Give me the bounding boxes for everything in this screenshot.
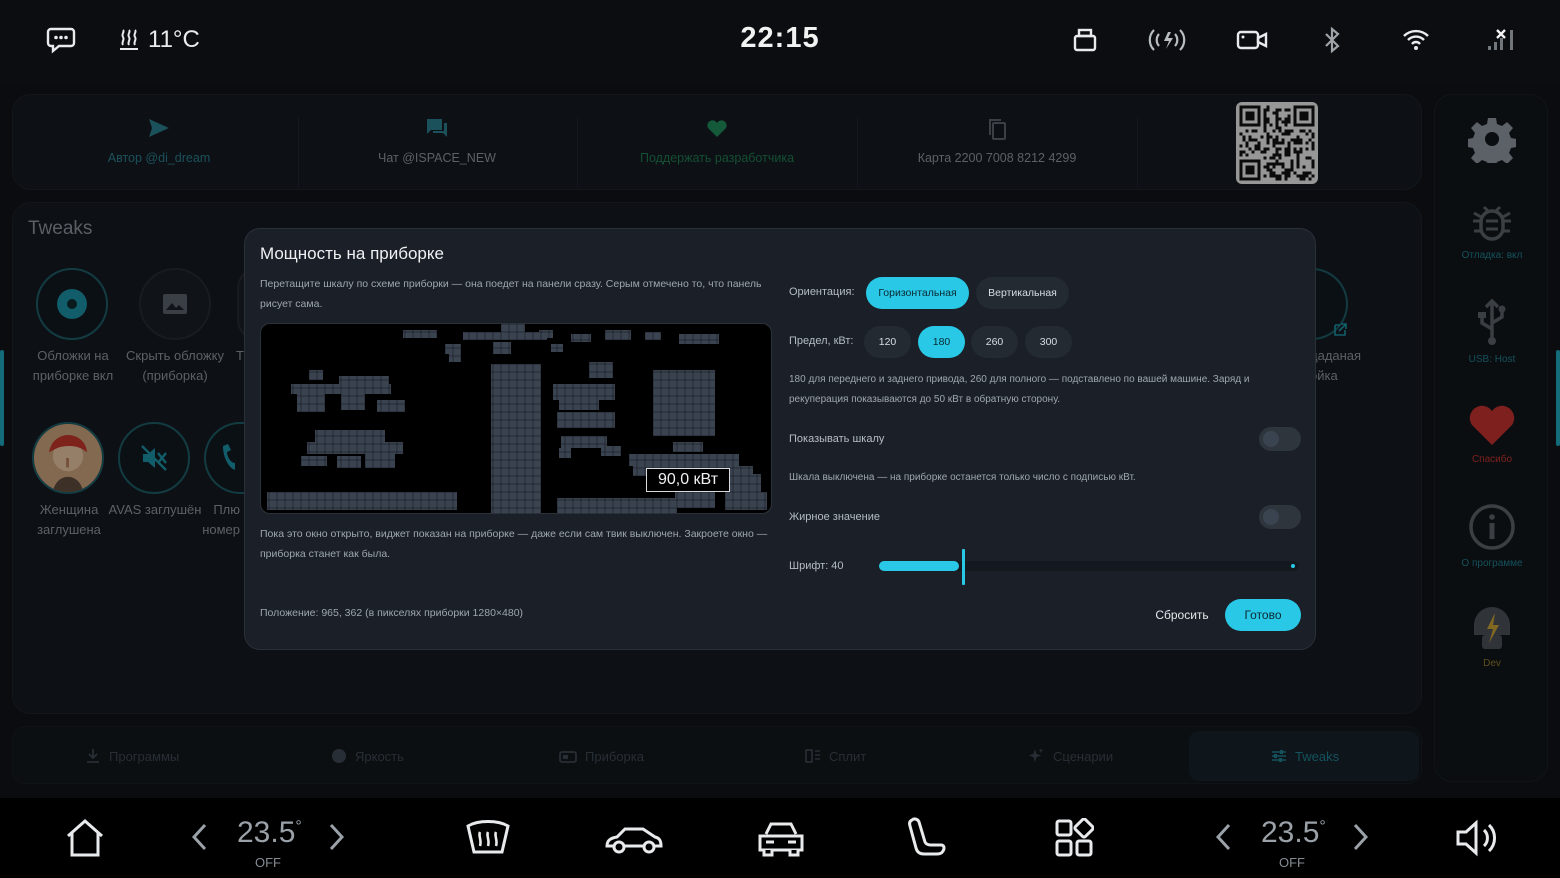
orientation-horizontal-chip[interactable]: Горизонтальная: [866, 277, 969, 309]
right-temp-decrease[interactable]: [1214, 822, 1234, 857]
done-button[interactable]: Готово: [1225, 599, 1301, 631]
limit-chip-300[interactable]: 300: [1025, 326, 1072, 358]
power-value-widget[interactable]: 90,0 кВт: [646, 468, 730, 492]
cellular-signal-icon: [1486, 20, 1516, 60]
font-size-slider-thumb[interactable]: [962, 549, 965, 585]
dialog-note: Пока это окно открыто, виджет показан на…: [260, 528, 768, 560]
car-side-icon: [605, 827, 663, 854]
chevron-left-icon: [1215, 823, 1231, 851]
font-size-label: Шрифт: 40: [789, 560, 844, 572]
rear-defrost-button[interactable]: [464, 820, 512, 861]
left-temperature: 23.5°: [237, 816, 302, 849]
bold-value-label: Жирное значение: [789, 511, 880, 523]
dialog-title: Мощность на приборке: [260, 244, 444, 263]
car-mode-button[interactable]: [604, 822, 664, 861]
right-climate-state: OFF: [1279, 855, 1305, 870]
right-temperature: 23.5°: [1261, 816, 1326, 849]
camera-icon[interactable]: [1236, 20, 1268, 60]
left-temp-increase[interactable]: [326, 822, 346, 857]
bold-value-toggle[interactable]: [1259, 505, 1301, 529]
wifi-icon[interactable]: [1402, 20, 1430, 60]
wireless-charging-icon[interactable]: [1148, 20, 1186, 60]
limit-description: 180 для переднего и заднего привода, 260…: [789, 374, 1250, 405]
chevron-right-icon: [1353, 823, 1369, 851]
right-temp-increase[interactable]: [1350, 822, 1370, 857]
bluetooth-icon[interactable]: [1322, 20, 1342, 60]
home-icon: [67, 818, 103, 857]
orientation-label: Ориентация:: [789, 286, 855, 298]
volume-icon: [1456, 819, 1496, 857]
font-size-slider-end: [1291, 564, 1295, 568]
limit-chip-180[interactable]: 180: [918, 326, 965, 358]
status-bar: 11°C 22:15: [0, 0, 1560, 82]
chevron-left-icon: [191, 823, 207, 851]
apps-button[interactable]: [1054, 817, 1095, 863]
left-temp-decrease[interactable]: [190, 822, 210, 857]
chevron-right-icon: [329, 823, 345, 851]
reset-button[interactable]: Сбросить: [1145, 600, 1219, 630]
scale-off-description: Шкала выключена — на приборке останется …: [789, 472, 1136, 483]
limit-chip-260[interactable]: 260: [971, 326, 1018, 358]
home-button[interactable]: [64, 818, 106, 863]
volume-button[interactable]: [1454, 818, 1498, 863]
left-climate-state: OFF: [255, 855, 281, 870]
dialog-description: Перетащите шкалу по схеме приборки — она…: [260, 278, 762, 310]
seat-icon: [908, 817, 946, 856]
car-front-icon: [758, 822, 804, 857]
power-widget-dialog: Мощность на приборке Перетащите шкалу по…: [244, 228, 1316, 650]
font-size-slider-fill: [879, 561, 959, 571]
orientation-vertical-chip[interactable]: Вертикальная: [976, 277, 1069, 309]
defrost-icon: [466, 820, 510, 854]
seat-button[interactable]: [904, 816, 948, 863]
limit-label: Предел, кВт:: [789, 335, 854, 347]
usb-drive-icon[interactable]: [1071, 20, 1099, 60]
car-front-button[interactable]: [756, 818, 806, 863]
position-readout: Положение: 965, 362 (в пикселях приборки…: [260, 607, 524, 619]
dock: 23.5° OFF 23.5° OFF: [0, 798, 1560, 878]
show-scale-toggle[interactable]: [1259, 427, 1301, 451]
show-scale-label: Показывать шкалу: [789, 433, 885, 445]
apps-grid-icon: [1055, 817, 1095, 857]
dashboard-preview[interactable]: 90,0 кВт: [260, 323, 772, 514]
limit-chip-120[interactable]: 120: [864, 326, 911, 358]
